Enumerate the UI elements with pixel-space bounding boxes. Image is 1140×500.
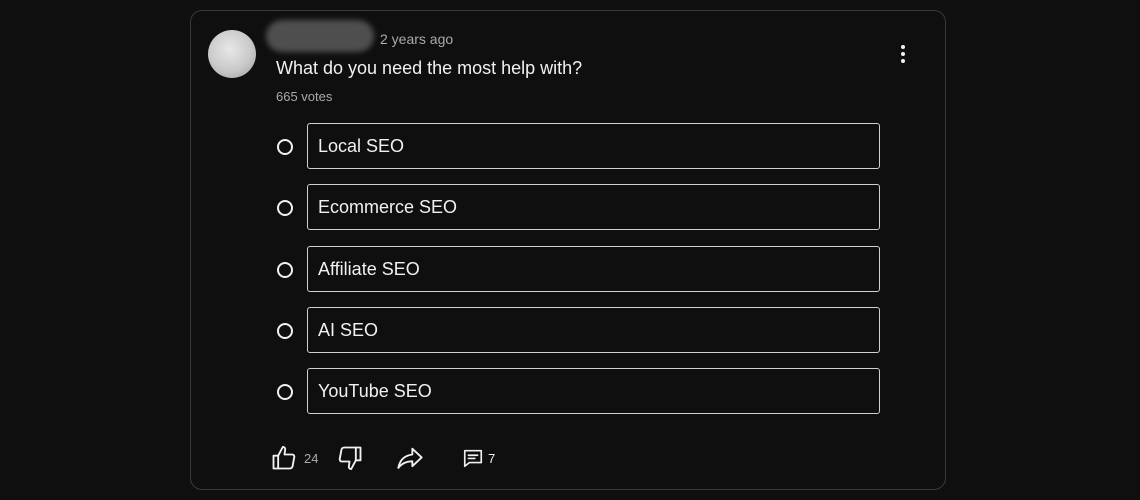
comment-icon — [462, 447, 484, 469]
poll-option-ecommerce-seo[interactable]: Ecommerce SEO — [276, 184, 882, 231]
poll-option-ai-seo[interactable]: AI SEO — [276, 307, 882, 354]
more-vert-icon — [901, 45, 905, 49]
thumbs-down-icon — [336, 444, 364, 472]
author-name-redacted — [266, 20, 374, 52]
poll-option-label[interactable]: Affiliate SEO — [307, 246, 880, 292]
comment-count: 7 — [488, 450, 496, 466]
avatar[interactable] — [208, 30, 256, 78]
share-button[interactable] — [396, 440, 424, 476]
radio-button[interactable] — [277, 139, 293, 155]
radio-button[interactable] — [277, 384, 293, 400]
poll-option-label[interactable]: Local SEO — [307, 123, 880, 169]
comments-button[interactable]: 7 — [462, 440, 495, 476]
share-icon — [396, 444, 424, 472]
poll-question: What do you need the most help with? — [276, 58, 583, 78]
radio-button[interactable] — [277, 323, 293, 339]
like-button[interactable]: 24 — [270, 440, 318, 476]
dislike-button[interactable] — [336, 440, 364, 476]
post-timestamp[interactable]: 2 years ago — [380, 31, 453, 47]
poll-option-label[interactable]: AI SEO — [307, 307, 880, 353]
more-vert-icon-dot — [901, 52, 905, 56]
poll-option-affiliate-seo[interactable]: Affiliate SEO — [276, 246, 882, 293]
radio-button[interactable] — [277, 262, 293, 278]
radio-button[interactable] — [277, 200, 293, 216]
poll-option-youtube-seo[interactable]: YouTube SEO — [276, 368, 882, 415]
like-count: 24 — [304, 450, 319, 466]
thumbs-up-icon — [270, 444, 298, 472]
poll-option-label[interactable]: Ecommerce SEO — [307, 184, 880, 230]
poll-option-local-seo[interactable]: Local SEO — [276, 123, 882, 170]
more-vert-icon-dot — [901, 59, 905, 63]
poll-option-label[interactable]: YouTube SEO — [307, 368, 880, 414]
vote-count: 665 votes — [276, 89, 333, 104]
more-options-button[interactable] — [890, 40, 916, 68]
